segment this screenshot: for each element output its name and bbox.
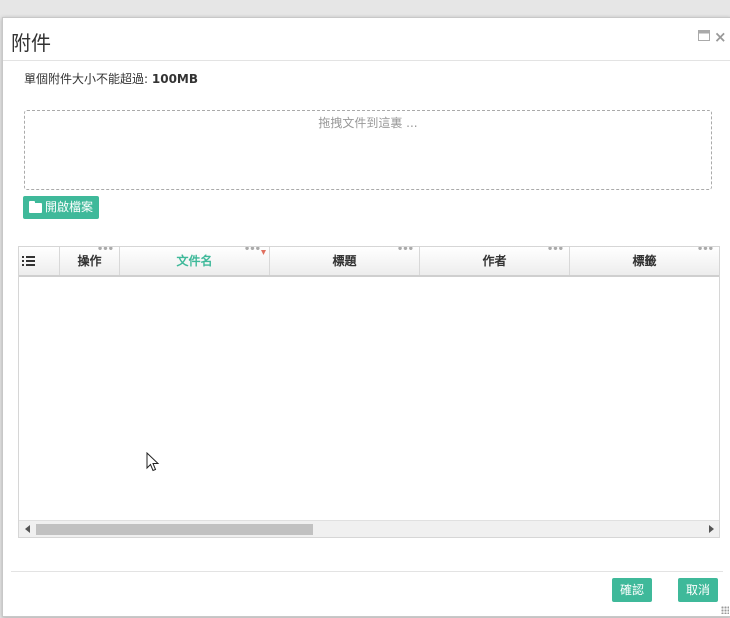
horizontal-scrollbar[interactable] [19, 520, 719, 537]
column-label: 標題 [332, 254, 357, 268]
column-header-author[interactable]: 作者 ••• [420, 247, 570, 275]
column-menu-icon[interactable]: ••• [547, 247, 564, 257]
file-dropzone[interactable]: 拖拽文件到這裏 ... [24, 110, 712, 190]
column-label: 文件名 [176, 254, 213, 268]
size-limit-value: 100MB [151, 72, 199, 86]
attachment-grid: 操作 ••• 文件名 ••• 標題 ••• 作者 ••• 標籤 ••• [18, 246, 720, 538]
column-label: 標籤 [632, 254, 657, 268]
dialog-titlebar: 附件 × [3, 18, 730, 61]
column-menu-icon[interactable]: ••• [244, 247, 261, 257]
scrollbar-thumb[interactable] [36, 524, 313, 535]
column-label: 作者 [482, 254, 507, 268]
grid-header: 操作 ••• 文件名 ••• 標題 ••• 作者 ••• 標籤 ••• [19, 247, 719, 277]
size-limit-note: 單個附件大小不能超過: 100MB [24, 70, 198, 87]
confirm-button[interactable]: 確認 [612, 578, 653, 602]
size-limit-label: 單個附件大小不能超過: [24, 72, 149, 86]
mouse-cursor-icon [146, 452, 160, 472]
open-file-button[interactable]: 開啟檔案 [23, 196, 100, 219]
column-header-filename[interactable]: 文件名 ••• [120, 247, 270, 275]
close-icon[interactable]: × [714, 30, 727, 45]
sort-indicator-icon [261, 250, 266, 255]
resize-grip-icon[interactable] [721, 606, 729, 614]
column-header-operation[interactable]: 操作 ••• [60, 247, 120, 275]
scroll-left-icon[interactable] [25, 525, 30, 533]
column-menu-icon[interactable]: ••• [397, 247, 414, 257]
open-file-label: 開啟檔案 [45, 200, 94, 214]
dialog-title: 附件 [11, 31, 51, 55]
cancel-button[interactable]: 取消 [678, 578, 719, 602]
scroll-right-icon[interactable] [709, 525, 714, 533]
column-header-title[interactable]: 標題 ••• [270, 247, 420, 275]
column-menu-icon[interactable]: ••• [697, 247, 714, 257]
column-chooser[interactable] [19, 247, 60, 275]
folder-open-icon [29, 200, 42, 213]
column-menu-icon[interactable]: ••• [97, 247, 114, 257]
footer-divider [11, 571, 723, 572]
dropzone-text: 拖拽文件到這裏 ... [318, 116, 418, 130]
maximize-icon[interactable] [698, 30, 710, 44]
attachment-dialog: 附件 × 單個附件大小不能超過: 100MB 拖拽文件到這裏 ... 開啟檔案 … [2, 17, 730, 617]
column-header-tags[interactable]: 標籤 ••• [570, 247, 719, 275]
list-icon [22, 256, 35, 267]
